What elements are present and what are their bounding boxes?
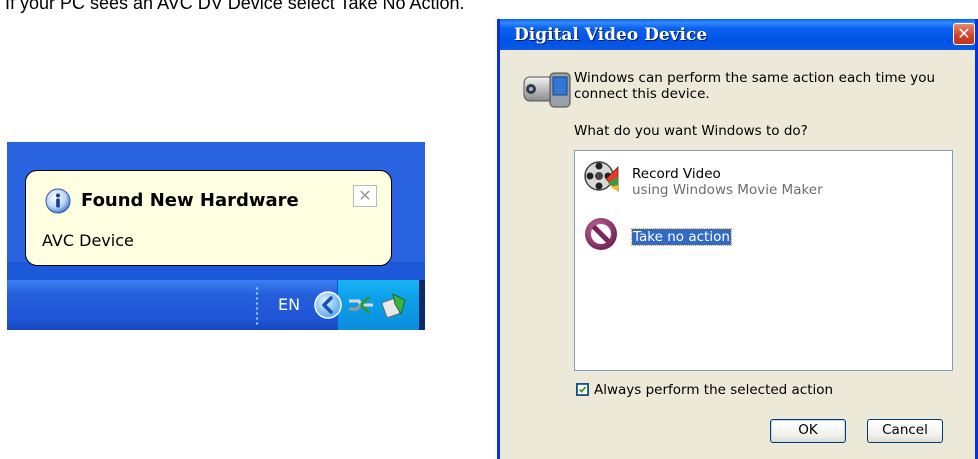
camcorder-icon: [523, 72, 571, 108]
balloon-close-button[interactable]: ✕: [353, 185, 377, 207]
info-icon: [45, 188, 71, 214]
found-new-hardware-balloon[interactable]: Found New Hardware ✕ AVC Device: [25, 170, 392, 266]
cancel-button[interactable]: Cancel: [867, 419, 943, 443]
instruction-caption: If your PC sees an AVC DV Device select …: [5, 0, 465, 13]
dialog-titlebar[interactable]: Digital Video Device ✕: [500, 19, 975, 50]
dialog-close-button[interactable]: ✕: [953, 23, 975, 45]
action-item-take-no-action[interactable]: Take no action: [575, 213, 952, 257]
movie-maker-icon: [584, 161, 619, 192]
dialog-intro-text: Windows can perform the same action each…: [574, 70, 936, 102]
network-cable-icon[interactable]: [347, 292, 375, 318]
action-subtitle: using Windows Movie Maker: [632, 182, 823, 198]
action-title: Record Video: [632, 166, 721, 182]
dialog-title: Digital Video Device: [514, 25, 708, 45]
taskbar-screenshot: Found New Hardware ✕ AVC Device EN: [7, 142, 425, 330]
dialog-question: What do you want Windows to do?: [574, 123, 808, 139]
show-hidden-icons-chevron-icon[interactable]: [313, 290, 343, 320]
action-title-selected: Take no action: [631, 228, 732, 246]
digital-video-device-dialog: Digital Video Device ✕ Windows can perfo…: [497, 19, 978, 459]
ok-button[interactable]: OK: [770, 419, 846, 443]
action-list[interactable]: Record Video using Windows Movie Maker T…: [574, 150, 953, 371]
balloon-title: Found New Hardware: [81, 190, 299, 211]
toolbar-grip[interactable]: [255, 286, 259, 326]
always-perform-checkbox[interactable]: [576, 383, 589, 396]
balloon-message: AVC Device: [42, 231, 134, 250]
action-item-record-video[interactable]: Record Video using Windows Movie Maker: [575, 155, 952, 199]
no-action-icon: [585, 218, 617, 250]
taskbar-edge: [419, 280, 425, 330]
always-perform-label: Always perform the selected action: [594, 382, 834, 398]
language-indicator[interactable]: EN: [278, 295, 300, 314]
safely-remove-hardware-icon[interactable]: [379, 290, 409, 320]
